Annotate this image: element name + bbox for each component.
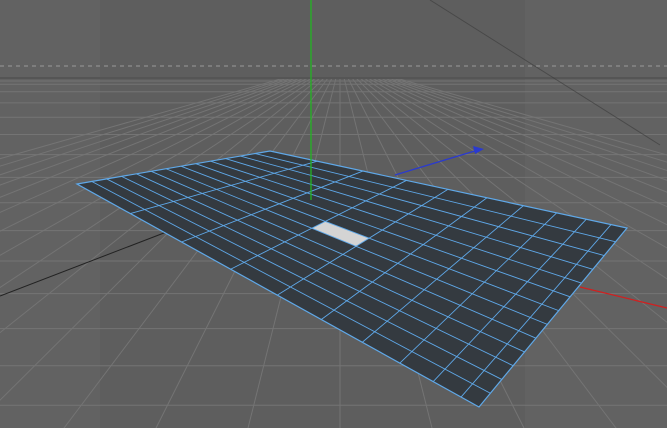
safe-frame-left-shade [0, 0, 100, 428]
3d-viewport[interactable] [0, 0, 667, 428]
